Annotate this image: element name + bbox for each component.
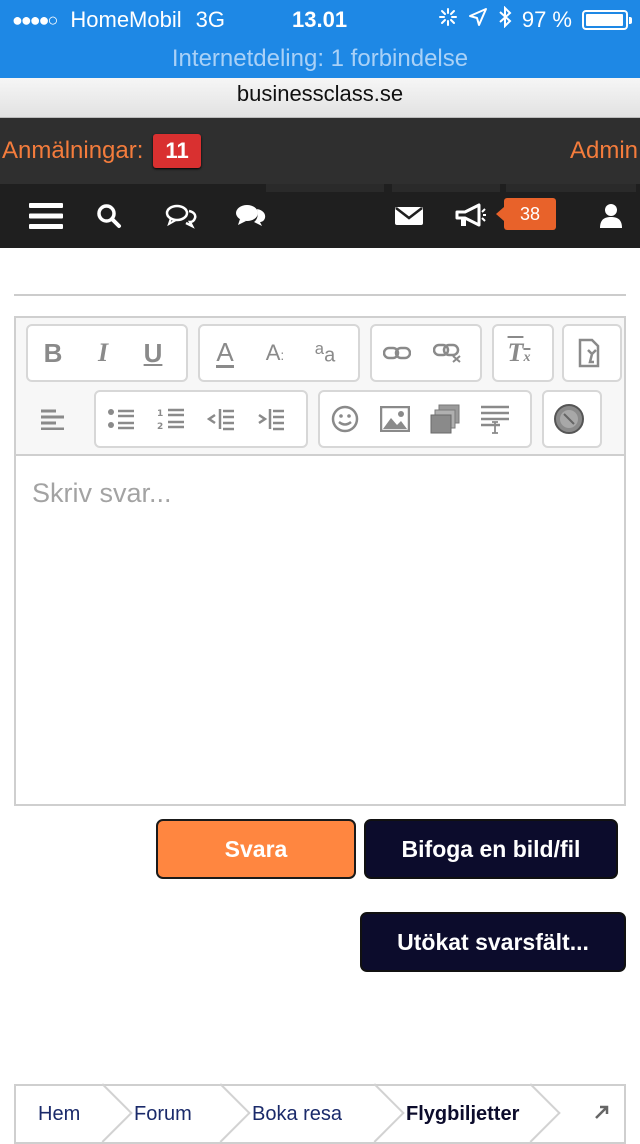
text-style-group: B I U	[26, 324, 188, 382]
clock: 13.01	[292, 7, 348, 32]
svg-text:2: 2	[157, 422, 163, 431]
network-type: 3G	[195, 7, 225, 32]
editor-toolbar: B I U A A: aa Tx 1 2	[16, 318, 624, 456]
activity-spinner-icon	[438, 7, 458, 33]
indent-icon[interactable]	[251, 399, 291, 439]
bold-icon[interactable]: B	[33, 333, 73, 373]
breadcrumb-item-flygbiljetter[interactable]: Flygbiljetter	[384, 1088, 540, 1140]
location-arrow-icon	[468, 7, 488, 33]
list-group: 12	[94, 390, 308, 448]
breadcrumb-jump-icon[interactable]	[594, 1103, 610, 1126]
url-bar[interactable]: businessclass.se	[0, 78, 640, 118]
carrier-name: HomeMobil	[70, 7, 182, 32]
expanded-reply-button[interactable]: Utökat svarsfält...	[360, 912, 626, 972]
nav-bar: 38	[0, 184, 640, 248]
font-size-icon[interactable]: A:	[255, 333, 295, 373]
menu-icon[interactable]	[28, 198, 64, 234]
font-group: A A: aa	[198, 324, 360, 382]
align-left-icon[interactable]	[33, 399, 73, 439]
reply-button[interactable]: Svara	[156, 819, 356, 879]
reply-textarea-placeholder[interactable]: Skriv svar...	[32, 478, 172, 509]
numbered-list-icon[interactable]: 12	[151, 399, 191, 439]
source-wrench-icon[interactable]	[569, 333, 609, 373]
breadcrumb-item-boka-resa[interactable]: Boka resa	[230, 1088, 384, 1140]
tools-group	[562, 324, 622, 382]
attach-file-button[interactable]: Bifoga en bild/fil	[364, 819, 618, 879]
bulleted-list-icon[interactable]	[101, 399, 141, 439]
font-family-icon[interactable]: aa	[305, 333, 345, 373]
font-color-icon[interactable]: A	[205, 333, 245, 373]
hotspot-banner[interactable]: Internetdeling: 1 forbindelse	[0, 40, 640, 78]
format-group: Tx	[492, 324, 554, 382]
battery-percent: 97 %	[521, 7, 572, 32]
unlink-icon[interactable]	[427, 333, 467, 373]
notifications-bar: Anmälningar: 11 Admin	[0, 118, 640, 184]
underline-icon[interactable]: U	[133, 333, 173, 373]
remove-formatting-icon[interactable]: Tx	[499, 333, 539, 373]
breadcrumb-item-hem[interactable]: Hem	[16, 1088, 112, 1140]
smiley-icon[interactable]	[325, 399, 365, 439]
bluetooth-icon	[498, 5, 512, 34]
divider	[14, 294, 626, 296]
notifications-link[interactable]: Anmälningar:	[2, 137, 143, 165]
notifications-count-badge[interactable]: 11	[153, 134, 201, 168]
user-profile-icon[interactable]	[598, 198, 624, 234]
image-icon[interactable]	[375, 399, 415, 439]
media-gallery-icon[interactable]	[425, 399, 465, 439]
breadcrumb-item-forum[interactable]: Forum	[112, 1088, 230, 1140]
align-group	[26, 390, 92, 448]
link-icon[interactable]	[377, 333, 417, 373]
announcements-megaphone-icon[interactable]	[454, 198, 488, 234]
status-bar: ●●●●○ HomeMobil 3G 13.01 97 %	[0, 0, 640, 40]
italic-icon[interactable]: I	[83, 333, 123, 373]
extras-group	[542, 390, 602, 448]
search-icon[interactable]	[94, 198, 124, 234]
outdent-icon[interactable]	[201, 399, 241, 439]
breadcrumb: Hem Forum Boka resa Flygbiljetter	[14, 1084, 626, 1144]
battery-icon	[582, 10, 632, 30]
insert-template-icon[interactable]	[475, 399, 515, 439]
conversations-icon[interactable]	[164, 198, 198, 234]
globe-icon[interactable]	[549, 399, 589, 439]
reply-editor: B I U A A: aa Tx 1 2 Skriv svar...	[14, 316, 626, 806]
svg-text:1: 1	[157, 409, 163, 419]
signal-strength-icon: ●●●●○	[12, 9, 58, 30]
alerts-count-badge[interactable]: 38	[496, 198, 556, 230]
insert-group	[318, 390, 532, 448]
admin-link[interactable]: Admin	[570, 137, 638, 165]
inbox-envelope-icon[interactable]	[394, 198, 424, 234]
link-group	[370, 324, 482, 382]
chat-bubbles-icon[interactable]	[234, 198, 268, 234]
